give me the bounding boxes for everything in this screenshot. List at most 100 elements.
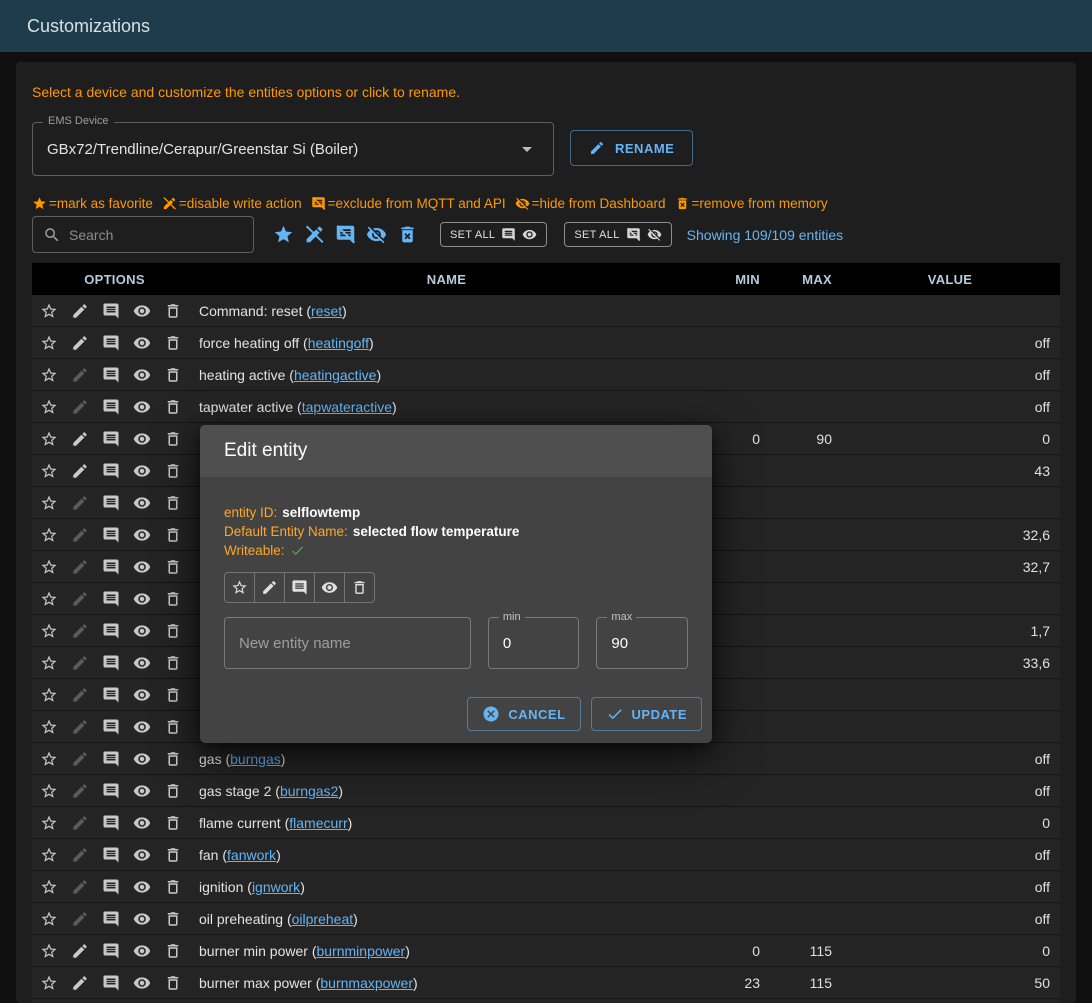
edit-icon[interactable]	[71, 878, 89, 896]
min-input[interactable]	[489, 635, 579, 652]
max-input[interactable]	[597, 635, 687, 652]
remove-memory-toggle[interactable]	[344, 572, 375, 603]
eye-icon[interactable]	[133, 686, 151, 704]
comment-icon[interactable]	[102, 398, 120, 416]
comment-icon[interactable]	[102, 910, 120, 928]
eye-icon[interactable]	[133, 526, 151, 544]
favorite-star-icon[interactable]	[40, 590, 58, 608]
favorite-star-icon[interactable]	[40, 334, 58, 352]
eye-icon[interactable]	[133, 462, 151, 480]
entity-shortname-link[interactable]: heatingactive	[294, 367, 377, 383]
trash-icon[interactable]	[164, 814, 182, 832]
entity-shortname-link[interactable]: burngas2	[280, 783, 338, 799]
edit-icon[interactable]	[71, 814, 89, 832]
edit-icon[interactable]	[71, 622, 89, 640]
exclude-mqtt-toggle[interactable]	[284, 572, 315, 603]
favorite-star-icon[interactable]	[40, 622, 58, 640]
trash-icon[interactable]	[164, 462, 182, 480]
comment-icon[interactable]	[102, 718, 120, 736]
update-button[interactable]: UPDATE	[591, 697, 702, 731]
search-input[interactable]	[69, 227, 243, 243]
entity-shortname-link[interactable]: fanwork	[227, 847, 276, 863]
trash-icon[interactable]	[164, 590, 182, 608]
comment-icon[interactable]	[102, 302, 120, 320]
favorite-toggle[interactable]	[224, 572, 255, 603]
favorite-star-icon[interactable]	[40, 526, 58, 544]
comment-icon[interactable]	[102, 366, 120, 384]
entity-shortname-link[interactable]: reset	[311, 303, 342, 319]
comment-icon[interactable]	[102, 462, 120, 480]
favorite-star-icon[interactable]	[40, 366, 58, 384]
comment-icon[interactable]	[102, 590, 120, 608]
eye-icon[interactable]	[133, 558, 151, 576]
filter-hide-dashboard-button[interactable]	[361, 219, 392, 250]
eye-icon[interactable]	[133, 846, 151, 864]
eye-icon[interactable]	[133, 334, 151, 352]
entity-shortname-link[interactable]: flamecurr	[289, 815, 347, 831]
edit-icon[interactable]	[71, 398, 89, 416]
edit-icon[interactable]	[71, 334, 89, 352]
comment-icon[interactable]	[102, 430, 120, 448]
trash-icon[interactable]	[164, 974, 182, 992]
eye-icon[interactable]	[133, 398, 151, 416]
trash-icon[interactable]	[164, 302, 182, 320]
comment-icon[interactable]	[102, 846, 120, 864]
disable-write-toggle[interactable]	[254, 572, 285, 603]
favorite-star-icon[interactable]	[40, 750, 58, 768]
favorite-star-icon[interactable]	[40, 302, 58, 320]
edit-icon[interactable]	[71, 846, 89, 864]
comment-icon[interactable]	[102, 334, 120, 352]
comment-icon[interactable]	[102, 494, 120, 512]
entity-shortname-link[interactable]: ignwork	[252, 879, 300, 895]
favorite-star-icon[interactable]	[40, 846, 58, 864]
entity-shortname-link[interactable]: burnminpower	[317, 943, 406, 959]
favorite-star-icon[interactable]	[40, 430, 58, 448]
hide-dashboard-toggle[interactable]	[314, 572, 345, 603]
comment-icon[interactable]	[102, 942, 120, 960]
comment-icon[interactable]	[102, 878, 120, 896]
trash-icon[interactable]	[164, 750, 182, 768]
edit-icon[interactable]	[71, 686, 89, 704]
favorite-star-icon[interactable]	[40, 686, 58, 704]
trash-icon[interactable]	[164, 526, 182, 544]
trash-icon[interactable]	[164, 494, 182, 512]
ems-device-select[interactable]: EMS Device GBx72/Trendline/Cerapur/Green…	[32, 122, 554, 176]
trash-icon[interactable]	[164, 878, 182, 896]
favorite-star-icon[interactable]	[40, 398, 58, 416]
set-all-hidden-button[interactable]: SET ALL	[564, 222, 671, 247]
favorite-star-icon[interactable]	[40, 462, 58, 480]
edit-icon[interactable]	[71, 366, 89, 384]
comment-icon[interactable]	[102, 814, 120, 832]
comment-icon[interactable]	[102, 686, 120, 704]
eye-icon[interactable]	[133, 750, 151, 768]
trash-icon[interactable]	[164, 686, 182, 704]
comment-icon[interactable]	[102, 750, 120, 768]
filter-disable-write-button[interactable]	[299, 219, 330, 250]
eye-icon[interactable]	[133, 590, 151, 608]
edit-icon[interactable]	[71, 590, 89, 608]
favorite-star-icon[interactable]	[40, 782, 58, 800]
eye-icon[interactable]	[133, 974, 151, 992]
edit-icon[interactable]	[71, 974, 89, 992]
edit-icon[interactable]	[71, 462, 89, 480]
favorite-star-icon[interactable]	[40, 942, 58, 960]
trash-icon[interactable]	[164, 366, 182, 384]
eye-icon[interactable]	[133, 942, 151, 960]
trash-icon[interactable]	[164, 910, 182, 928]
eye-icon[interactable]	[133, 814, 151, 832]
edit-icon[interactable]	[71, 654, 89, 672]
favorite-star-icon[interactable]	[40, 718, 58, 736]
favorite-star-icon[interactable]	[40, 910, 58, 928]
entity-shortname-link[interactable]: burnmaxpower	[320, 975, 413, 991]
trash-icon[interactable]	[164, 654, 182, 672]
eye-icon[interactable]	[133, 366, 151, 384]
entity-shortname-link[interactable]: tapwateractive	[302, 399, 392, 415]
trash-icon[interactable]	[164, 558, 182, 576]
edit-icon[interactable]	[71, 782, 89, 800]
eye-icon[interactable]	[133, 302, 151, 320]
edit-icon[interactable]	[71, 750, 89, 768]
favorite-star-icon[interactable]	[40, 878, 58, 896]
favorite-star-icon[interactable]	[40, 558, 58, 576]
edit-icon[interactable]	[71, 494, 89, 512]
filter-remove-memory-button[interactable]	[392, 219, 423, 250]
